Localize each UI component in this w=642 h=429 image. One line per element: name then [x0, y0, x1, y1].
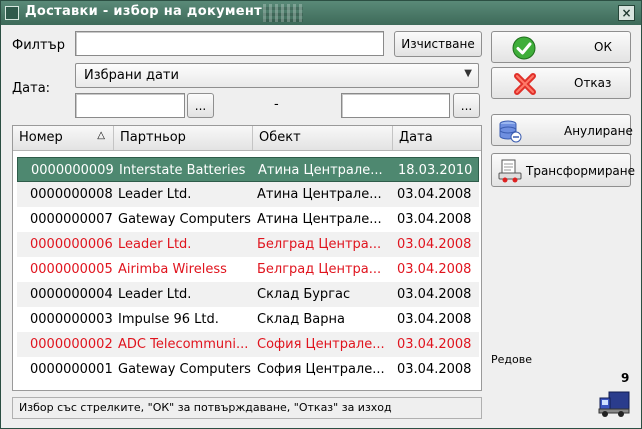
status-bar: Избор със стрелките, "ОК" за потвърждава…	[12, 397, 482, 419]
date-to-picker-button[interactable]: ...	[453, 93, 480, 118]
filter-input[interactable]	[75, 31, 384, 56]
table-row[interactable]: 0000000004 Leader Ltd. Склад Бургас 03.04.2…	[17, 282, 479, 307]
date-from-picker-button[interactable]: ...	[187, 93, 214, 118]
cell-number: 0000000008	[30, 187, 113, 202]
cell-number: 0000000002	[30, 337, 113, 352]
transform-button[interactable]: Трансформиране	[491, 153, 635, 187]
table-row[interactable]: 0000000008 Leader Ltd. Атина Централе... 03…	[17, 182, 479, 207]
cross-icon	[514, 73, 536, 95]
sort-ascending-icon: △	[97, 130, 105, 141]
database-icon	[499, 120, 522, 143]
date-to-input[interactable]	[341, 93, 450, 118]
cell-number: 0000000006	[30, 237, 113, 252]
column-header-site[interactable]: Обект	[253, 126, 393, 150]
table-row[interactable]: 0000000006 Leader Ltd. Белград Центра... 03…	[17, 232, 479, 257]
cell-number: 0000000003	[30, 312, 113, 327]
cell-partner: Airimba Wireless	[118, 262, 227, 277]
date-mode-value: Избрани дати	[84, 68, 179, 83]
cell-partner: Leader Ltd.	[118, 287, 192, 302]
ok-button[interactable]: ОК	[491, 31, 631, 63]
ok-button-label: ОК	[594, 40, 612, 54]
rows-label: Редове	[491, 353, 532, 366]
cell-date: 18.03.2010	[398, 163, 473, 178]
cell-site: Атина Централе...	[257, 187, 382, 202]
cell-date: 03.04.2008	[397, 337, 472, 352]
date-mode-select[interactable]: Избрани дати ▼	[75, 63, 479, 88]
documents-table[interactable]: Номер △ Партньор Обект Дата 0000000009 In…	[12, 125, 482, 391]
date-from-input[interactable]	[75, 93, 185, 118]
cell-site: Белград Центра...	[257, 237, 382, 252]
cell-number: 0000000004	[30, 287, 113, 302]
transform-button-label: Трансформиране	[526, 164, 636, 178]
table-row[interactable]: 0000000001 Gateway Computers София Централ…	[17, 357, 479, 382]
cell-partner: Gateway Computers	[118, 212, 251, 227]
cancel-button-label: Отказ	[574, 76, 612, 90]
cell-site: Белград Центра...	[257, 262, 382, 277]
truck-icon	[598, 391, 630, 417]
cell-partner: Gateway Computers	[118, 362, 251, 377]
cell-site: Склад Варна	[257, 312, 345, 327]
cell-site: Атина Централе...	[257, 212, 382, 227]
column-header-date[interactable]: Дата	[393, 126, 481, 150]
cell-partner: Impulse 96 Ltd.	[118, 312, 219, 327]
column-header-number[interactable]: Номер △	[13, 126, 114, 150]
cell-site: София Централе...	[257, 337, 385, 352]
cell-date: 03.04.2008	[397, 262, 472, 277]
cell-date: 03.04.2008	[397, 362, 472, 377]
date-range-separator: -	[274, 97, 279, 112]
cell-partner: Leader Ltd.	[118, 237, 192, 252]
cell-date: 03.04.2008	[397, 212, 472, 227]
table-row[interactable]: 0000000002 ADC Telecommuni... София Центра…	[17, 332, 479, 357]
annul-button-label: Анулиране	[564, 124, 633, 138]
check-icon	[512, 36, 536, 60]
table-row[interactable]: 0000000007 Gateway Computers Атина Централ…	[17, 207, 479, 232]
transform-icon	[498, 159, 522, 183]
cell-partner: Leader Ltd.	[118, 187, 192, 202]
cancel-button[interactable]: Отказ	[491, 67, 631, 99]
cell-partner: Interstate Batteries	[119, 163, 246, 178]
cell-date: 03.04.2008	[397, 287, 472, 302]
titlebar-grip-icon	[263, 4, 303, 22]
cell-site: София Централе...	[257, 362, 385, 377]
title-bar[interactable]: Доставки - избор на документ ×	[1, 1, 641, 25]
column-header-partner[interactable]: Партньор	[114, 126, 253, 150]
annul-button[interactable]: Анулиране	[491, 114, 633, 146]
dropdown-arrow-icon: ▼	[464, 68, 472, 79]
table-row[interactable]: 0000000005 Airimba Wireless Белград Центра…	[17, 257, 479, 282]
cell-number: 0000000001	[30, 362, 113, 377]
cell-date: 03.04.2008	[397, 312, 472, 327]
rows-count: 9	[621, 371, 630, 385]
close-button[interactable]: ×	[618, 5, 635, 21]
cell-number: 0000000007	[30, 212, 113, 227]
cell-site: Склад Бургас	[257, 287, 351, 302]
cell-number: 0000000005	[30, 262, 113, 277]
cell-partner: ADC Telecommuni...	[118, 337, 249, 352]
cell-number: 0000000009	[31, 163, 114, 178]
date-label: Дата:	[12, 81, 51, 96]
cell-date: 03.04.2008	[397, 187, 472, 202]
filter-label: Филтър	[12, 38, 65, 53]
table-header: Номер △ Партньор Обект Дата	[13, 126, 481, 151]
window-title: Доставки - избор на документ	[25, 4, 262, 19]
dialog-window: Доставки - избор на документ × Филтър Из…	[0, 0, 642, 429]
clear-button[interactable]: Изчистване	[394, 31, 482, 57]
cell-site: Атина Централе...	[258, 163, 383, 178]
window-menu-icon[interactable]	[5, 6, 19, 20]
table-row[interactable]: 0000000009 Interstate Batteries Атина Цент…	[17, 157, 479, 182]
cell-date: 03.04.2008	[397, 237, 472, 252]
table-row[interactable]: 0000000003 Impulse 96 Ltd. Склад Варна 03.0…	[17, 307, 479, 332]
